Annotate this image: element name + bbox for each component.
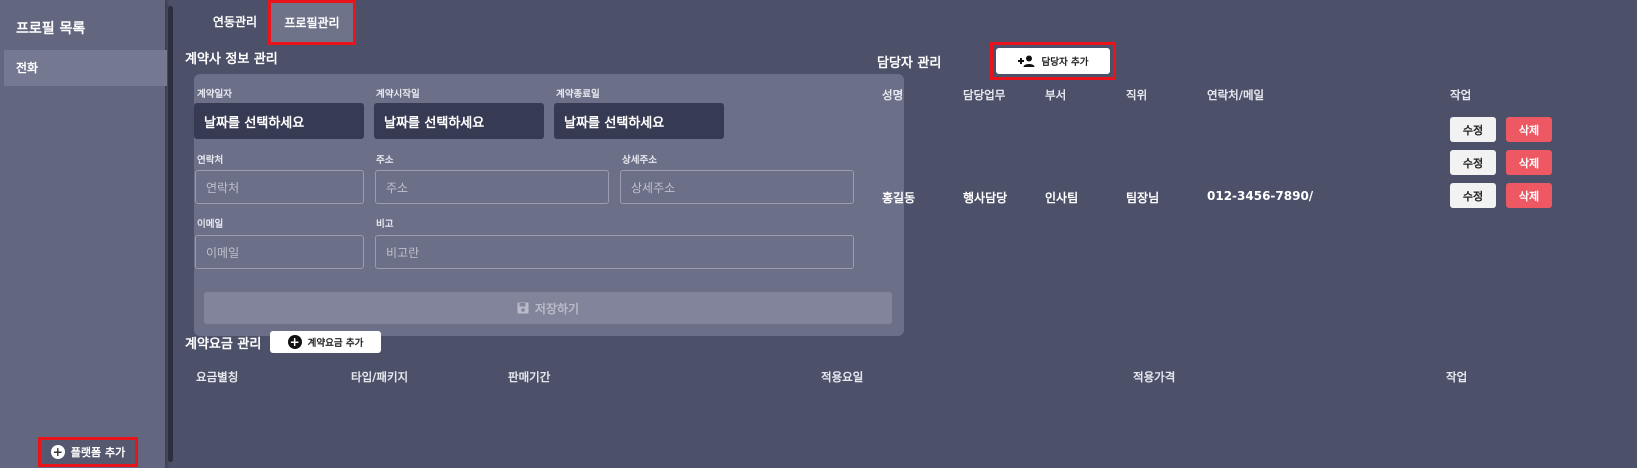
address-input[interactable]: 주소 — [375, 170, 609, 204]
note-input[interactable]: 비고란 — [375, 235, 854, 269]
add-platform-button[interactable]: + 플랫폼 추가 — [38, 437, 138, 467]
fee-col-price: 적용가격 — [1133, 370, 1176, 384]
phone-label: 연락처 — [197, 155, 224, 166]
plus-circle-icon: + — [287, 335, 302, 349]
edit-button[interactable]: 수정 — [1450, 183, 1496, 208]
fee-section-title: 계약요금 관리 — [185, 337, 262, 352]
fee-col-period: 판매기간 — [508, 370, 551, 384]
end-date-label: 계약종료일 — [556, 89, 600, 100]
contract-date-label: 계약일자 — [197, 89, 232, 100]
add-fee-label: 계약요금 추가 — [307, 338, 364, 349]
email-input[interactable]: 이메일 — [195, 235, 364, 269]
manager-contact: 012-3456-7890/ — [1207, 189, 1314, 203]
add-user-icon — [1018, 55, 1035, 67]
fee-col-days: 적용요일 — [821, 370, 864, 384]
address-detail-label: 상세주소 — [622, 155, 657, 166]
note-label: 비고 — [376, 219, 394, 230]
manager-col-action: 작업 — [1450, 88, 1472, 102]
fee-col-type: 타입/패키지 — [351, 370, 409, 384]
fee-col-alias: 요금별칭 — [196, 370, 239, 384]
contract-card: 계약일자 계약시작일 계약종료일 날짜를 선택하세요 날짜를 선택하세요 날짜를… — [194, 74, 904, 336]
phone-input[interactable]: 연락처 — [195, 170, 364, 204]
start-date-picker[interactable]: 날짜를 선택하세요 — [374, 103, 544, 139]
save-button[interactable]: 저장하기 — [204, 292, 892, 324]
fee-col-action: 작업 — [1446, 370, 1468, 384]
manager-position: 팀장님 — [1126, 191, 1160, 205]
contract-date-picker[interactable]: 날짜를 선택하세요 — [194, 103, 364, 139]
end-date-picker[interactable]: 날짜를 선택하세요 — [554, 103, 724, 139]
delete-button[interactable]: 삭제 — [1506, 150, 1552, 175]
save-label: 저장하기 — [534, 301, 580, 316]
edit-button[interactable]: 수정 — [1450, 150, 1496, 175]
manager-col-duty: 담당업무 — [963, 88, 1006, 102]
manager-dept: 인사팀 — [1045, 191, 1079, 205]
add-manager-label: 담당자 추가 — [1041, 57, 1089, 68]
sidebar-scrollbar[interactable] — [168, 6, 173, 462]
plus-circle-icon: + — [50, 445, 65, 459]
sidebar-item-phone[interactable]: 전화 — [4, 50, 167, 86]
tab-profile-management[interactable]: 프로필관리 — [268, 0, 356, 45]
delete-button[interactable]: 삭제 — [1506, 117, 1552, 142]
start-date-label: 계약시작일 — [376, 89, 420, 100]
add-manager-highlight: 담당자 추가 — [990, 42, 1116, 80]
edit-button[interactable]: 수정 — [1450, 117, 1496, 142]
manager-col-name: 성명 — [882, 88, 904, 102]
manager-col-position: 직위 — [1126, 88, 1148, 102]
manager-col-dept: 부서 — [1045, 88, 1067, 102]
floppy-disk-icon — [517, 302, 529, 314]
manager-section-title: 담당자 관리 — [877, 56, 942, 71]
contract-section-title: 계약사 정보 관리 — [185, 52, 278, 67]
add-fee-button[interactable]: + 계약요금 추가 — [270, 331, 381, 353]
sidebar-title: 프로필 목록 — [16, 21, 86, 37]
add-manager-button[interactable]: 담당자 추가 — [996, 48, 1110, 74]
address-detail-input[interactable]: 상세주소 — [620, 170, 854, 204]
manager-name: 홍길동 — [882, 191, 916, 205]
delete-button[interactable]: 삭제 — [1506, 183, 1552, 208]
manager-col-contact: 연락처/메일 — [1207, 88, 1265, 102]
email-label: 이메일 — [197, 219, 224, 230]
manager-duty: 행사담당 — [963, 191, 1008, 205]
sidebar: 프로필 목록 전화 + 플랫폼 추가 — [0, 0, 167, 468]
add-platform-label: 플랫폼 추가 — [70, 446, 126, 459]
tab-link-management[interactable]: 연동관리 — [200, 0, 270, 42]
address-label: 주소 — [376, 155, 394, 166]
